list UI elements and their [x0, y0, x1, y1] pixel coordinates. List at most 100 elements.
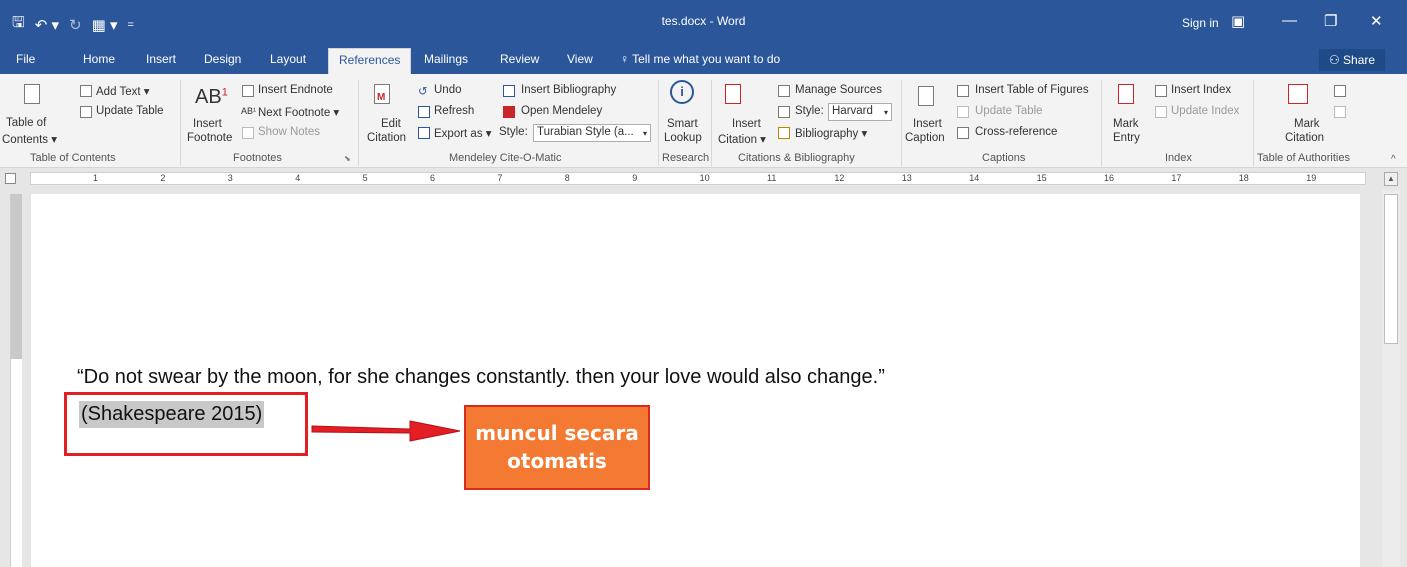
mark-citation-label-2[interactable]: Citation: [1285, 132, 1324, 144]
table-of-contents-icon[interactable]: [24, 84, 40, 104]
tab-references[interactable]: References: [328, 48, 412, 74]
mark-entry-label-2[interactable]: Entry: [1113, 132, 1140, 144]
insert-footnote-label-1[interactable]: Insert: [193, 118, 222, 130]
update-index-icon: [1155, 106, 1167, 118]
table-of-figures-icon[interactable]: [957, 85, 969, 97]
group-research: Research: [662, 152, 710, 164]
ribbon-separator: [658, 80, 659, 166]
manage-sources-icon[interactable]: [778, 85, 790, 97]
edit-citation-label-1[interactable]: Edit: [381, 118, 401, 130]
tab-design[interactable]: Design: [204, 52, 241, 66]
tab-review[interactable]: Review: [500, 52, 539, 66]
vertical-ruler: [10, 194, 22, 567]
tab-view[interactable]: View: [567, 52, 593, 66]
open-mendeley-icon[interactable]: [503, 106, 515, 118]
insert-authorities-icon[interactable]: [1334, 85, 1346, 97]
next-footnote-button[interactable]: Next Footnote ▾: [258, 105, 339, 119]
ruler-band[interactable]: 1 2 3 4 5 6 7 8 9 10 11 12 13 14 15 16 17 18 19: [30, 172, 1366, 185]
insert-caption-label-1[interactable]: Insert: [913, 118, 942, 130]
mark-citation-icon[interactable]: [1288, 84, 1308, 104]
restore-icon[interactable]: ❐: [1324, 12, 1337, 30]
close-icon[interactable]: ✕: [1370, 12, 1383, 30]
share-button[interactable]: ⚇ Share: [1319, 49, 1385, 71]
tab-selector-icon[interactable]: [5, 173, 16, 184]
dialog-launcher-icon[interactable]: ⬊: [344, 154, 351, 163]
ribbon-separator: [901, 80, 902, 166]
smart-lookup-label-1[interactable]: Smart: [667, 118, 698, 130]
open-mendeley-button[interactable]: Open Mendeley: [521, 105, 602, 117]
cross-reference-button[interactable]: Cross-reference: [975, 126, 1057, 138]
bibliography-books-icon[interactable]: [778, 127, 790, 139]
insert-footnote-icon[interactable]: AB1: [195, 86, 228, 109]
group-index: Index: [1165, 152, 1192, 164]
chevron-down-icon: ▾: [642, 129, 647, 138]
insert-index-button[interactable]: Insert Index: [1171, 84, 1231, 96]
cross-reference-icon[interactable]: [957, 127, 969, 139]
mark-entry-label-1[interactable]: Mark: [1113, 118, 1139, 130]
ruler-number: 19: [1306, 173, 1317, 183]
insert-citation-label-2[interactable]: Citation ▾: [718, 132, 766, 146]
ribbon-separator: [180, 80, 181, 166]
undo-citation-button[interactable]: Undo: [434, 84, 462, 96]
ribbon-display-icon[interactable]: ▣: [1231, 12, 1245, 30]
minimize-icon[interactable]: —: [1282, 12, 1297, 29]
group-captions: Captions: [982, 152, 1026, 164]
manage-sources-button[interactable]: Manage Sources: [795, 84, 882, 96]
chevron-down-icon: ▾: [883, 108, 888, 117]
bibliography-icon[interactable]: [503, 85, 515, 97]
smart-lookup-label-2[interactable]: Lookup: [664, 132, 702, 144]
ruler-number: 1: [93, 173, 99, 183]
update-table-icon[interactable]: [80, 106, 92, 118]
citation-style-select[interactable]: Harvard ▾: [828, 103, 892, 121]
show-notes-icon: [242, 127, 254, 139]
mark-entry-icon[interactable]: [1118, 84, 1134, 104]
insert-caption-label-2[interactable]: Caption: [905, 132, 945, 144]
refresh-icon[interactable]: [418, 106, 430, 118]
undo-citation-icon[interactable]: ↺: [418, 84, 428, 98]
mendeley-style-value: Turabian Style (a...: [537, 126, 634, 138]
sign-in-link[interactable]: Sign in: [1182, 16, 1219, 30]
tab-mailings[interactable]: Mailings: [424, 52, 468, 66]
insert-citation-icon[interactable]: [725, 84, 741, 104]
vertical-scrollbar[interactable]: [1382, 190, 1400, 567]
table-of-contents-label-1[interactable]: Table of: [6, 117, 46, 129]
document-quote[interactable]: “Do not swear by the moon, for she chang…: [77, 366, 885, 389]
insert-table-of-figures-button[interactable]: Insert Table of Figures: [975, 84, 1089, 96]
insert-citation-label-1[interactable]: Insert: [732, 118, 761, 130]
export-icon[interactable]: [418, 127, 430, 139]
bibliography-button[interactable]: Bibliography ▾: [795, 126, 867, 140]
table-of-contents-label-2[interactable]: Contents ▾: [2, 132, 57, 146]
insert-footnote-label-2[interactable]: Footnote: [187, 132, 232, 144]
update-table-button[interactable]: Update Table: [96, 105, 164, 117]
add-text-button[interactable]: Add Text ▾: [96, 84, 150, 98]
update-figures-table-button: Update Table: [975, 105, 1043, 117]
horizontal-ruler: 1 2 3 4 5 6 7 8 9 10 11 12 13 14 15 16 17 18 19: [0, 168, 1407, 188]
insert-caption-icon[interactable]: [918, 86, 934, 106]
show-notes-button: Show Notes: [258, 126, 321, 138]
ruler-number: 13: [901, 173, 912, 183]
tab-layout[interactable]: Layout: [270, 52, 306, 66]
mendeley-style-select[interactable]: Turabian Style (a... ▾: [533, 124, 651, 142]
ribbon-separator: [711, 80, 712, 166]
tab-file[interactable]: File: [16, 52, 35, 66]
add-text-icon[interactable]: [80, 85, 92, 97]
collapse-ribbon-icon[interactable]: ^: [1391, 154, 1396, 165]
scrollbar-thumb[interactable]: [1384, 194, 1398, 344]
mark-citation-label-1[interactable]: Mark: [1294, 118, 1320, 130]
title-bar: 🖫 ↶ ▾ ↻ ▦ ▾ = tes.docx - Word Sign in ▣ …: [0, 0, 1407, 46]
smart-lookup-icon[interactable]: i: [670, 80, 694, 104]
insert-endnote-icon[interactable]: [242, 85, 254, 97]
insert-endnote-button[interactable]: Insert Endnote: [258, 84, 333, 96]
group-table-of-contents: Table of Contents: [30, 152, 116, 164]
tab-home[interactable]: Home: [83, 52, 115, 66]
tab-insert[interactable]: Insert: [146, 52, 176, 66]
insert-bibliography-button[interactable]: Insert Bibliography: [521, 84, 616, 96]
next-footnote-icon[interactable]: AB¹: [241, 106, 256, 116]
tell-me-box[interactable]: ♀ Tell me what you want to do: [620, 52, 780, 66]
ruler-number: 7: [497, 173, 503, 183]
edit-citation-label-2[interactable]: Citation: [367, 132, 406, 144]
insert-index-icon[interactable]: [1155, 85, 1167, 97]
scroll-up-icon[interactable]: ▲: [1384, 172, 1398, 186]
refresh-button[interactable]: Refresh: [434, 105, 474, 117]
export-as-button[interactable]: Export as ▾: [434, 126, 492, 140]
